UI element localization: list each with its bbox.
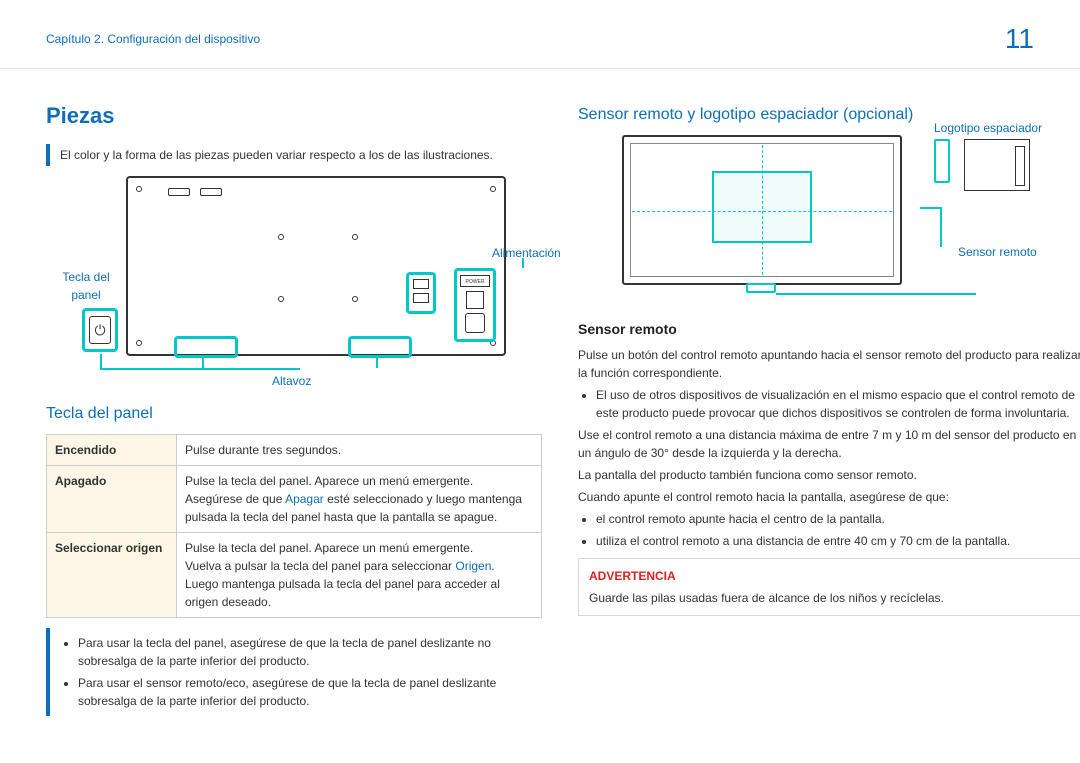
callout-panel-key: Tecla del panel [56, 268, 116, 304]
note-top-text: El color y la forma de las piezas pueden… [60, 148, 493, 162]
note-bottom-item: Para usar la tecla del panel, asegúrese … [78, 634, 542, 670]
warning-label: ADVERTENCIA [589, 567, 1071, 585]
table-row: Apagado Pulse la tecla del panel. Aparec… [47, 466, 542, 533]
callout-speaker: Altavoz [272, 372, 311, 390]
callout-remote-sensor: Sensor remoto [958, 243, 1037, 261]
list-item: el control remoto apunte hacia el centro… [596, 510, 1080, 528]
tv-back-outline: POWER [126, 176, 506, 356]
logo-spacer-pair [934, 139, 1054, 205]
left-column: Piezas El color y la forma de las piezas… [46, 99, 542, 726]
keyword-apagar: Apagar [285, 492, 324, 506]
cell-line: Asegúrese de que Apagar esté seleccionad… [185, 490, 533, 526]
rear-panel-diagram: POWER ⏻ Tecla del panel Altavoz Alimenta… [82, 176, 542, 386]
remote-sensor-chip [746, 283, 776, 293]
page-number: 11 [1005, 18, 1034, 60]
front-sensor-diagram: Logotipo espaciador Sensor remoto [622, 135, 1080, 305]
cell-line: Vuelva a pulsar la tecla del panel para … [185, 557, 533, 575]
table-row: Seleccionar origen Pulse la tecla del pa… [47, 533, 542, 618]
section-title-piezas: Piezas [46, 99, 542, 132]
note-top: El color y la forma de las piezas pueden… [46, 144, 542, 166]
paragraph: Cuando apunte el control remoto hacia la… [578, 488, 1080, 506]
list-item: El uso de otros dispositivos de visualiz… [596, 386, 1080, 422]
paragraph: La pantalla del producto también funcion… [578, 466, 1080, 484]
sensor-target-zone [712, 171, 812, 243]
panel-key-icon-box: ⏻ [82, 308, 118, 352]
keyword-origen: Origen [455, 559, 491, 573]
subheading-panel-key: Tecla del panel [46, 402, 542, 426]
row-cell: Pulse la tecla del panel. Aparece un men… [177, 466, 542, 533]
paragraph: Use el control remoto a una distancia má… [578, 426, 1080, 462]
chapter-label: Capítulo 2. Configuración del dispositiv… [46, 30, 260, 48]
row-cell: Pulse la tecla del panel. Aparece un men… [177, 533, 542, 618]
warning-text: Guarde las pilas usadas fuera de alcance… [589, 589, 1071, 607]
list-item: utiliza el control remoto a una distanci… [596, 532, 1080, 550]
note-bottom-item: Para usar el sensor remoto/eco, asegúres… [78, 674, 542, 710]
row-header: Apagado [47, 466, 177, 533]
paragraph: Pulse un botón del control remoto apunta… [578, 346, 1080, 382]
tv-front-outline [622, 135, 902, 285]
row-header: Seleccionar origen [47, 533, 177, 618]
table-row: Encendido Pulse durante tres segundos. [47, 435, 542, 466]
warning-box: ADVERTENCIA Guarde las pilas usadas fuer… [578, 558, 1080, 616]
page-content: Piezas El color y la forma de las piezas… [0, 69, 1080, 746]
power-icon: ⏻ [89, 316, 111, 344]
note-bottom: Para usar la tecla del panel, asegúrese … [46, 628, 542, 716]
row-cell: Pulse durante tres segundos. [177, 435, 542, 466]
subheading-remote-sensor: Sensor remoto [578, 319, 1080, 340]
callout-logo-spacer: Logotipo espaciador [934, 119, 1042, 137]
page-header: Capítulo 2. Configuración del dispositiv… [0, 0, 1080, 69]
cell-line: Pulse la tecla del panel. Aparece un men… [185, 539, 533, 557]
cell-line: Luego mantenga pulsada la tecla del pane… [185, 575, 533, 611]
right-column: Sensor remoto y logotipo espaciador (opc… [578, 99, 1080, 726]
row-header: Encendido [47, 435, 177, 466]
cell-line: Pulse la tecla del panel. Aparece un men… [185, 472, 533, 490]
callout-power: Alimentación [492, 244, 561, 262]
panel-key-table: Encendido Pulse durante tres segundos. A… [46, 434, 542, 618]
